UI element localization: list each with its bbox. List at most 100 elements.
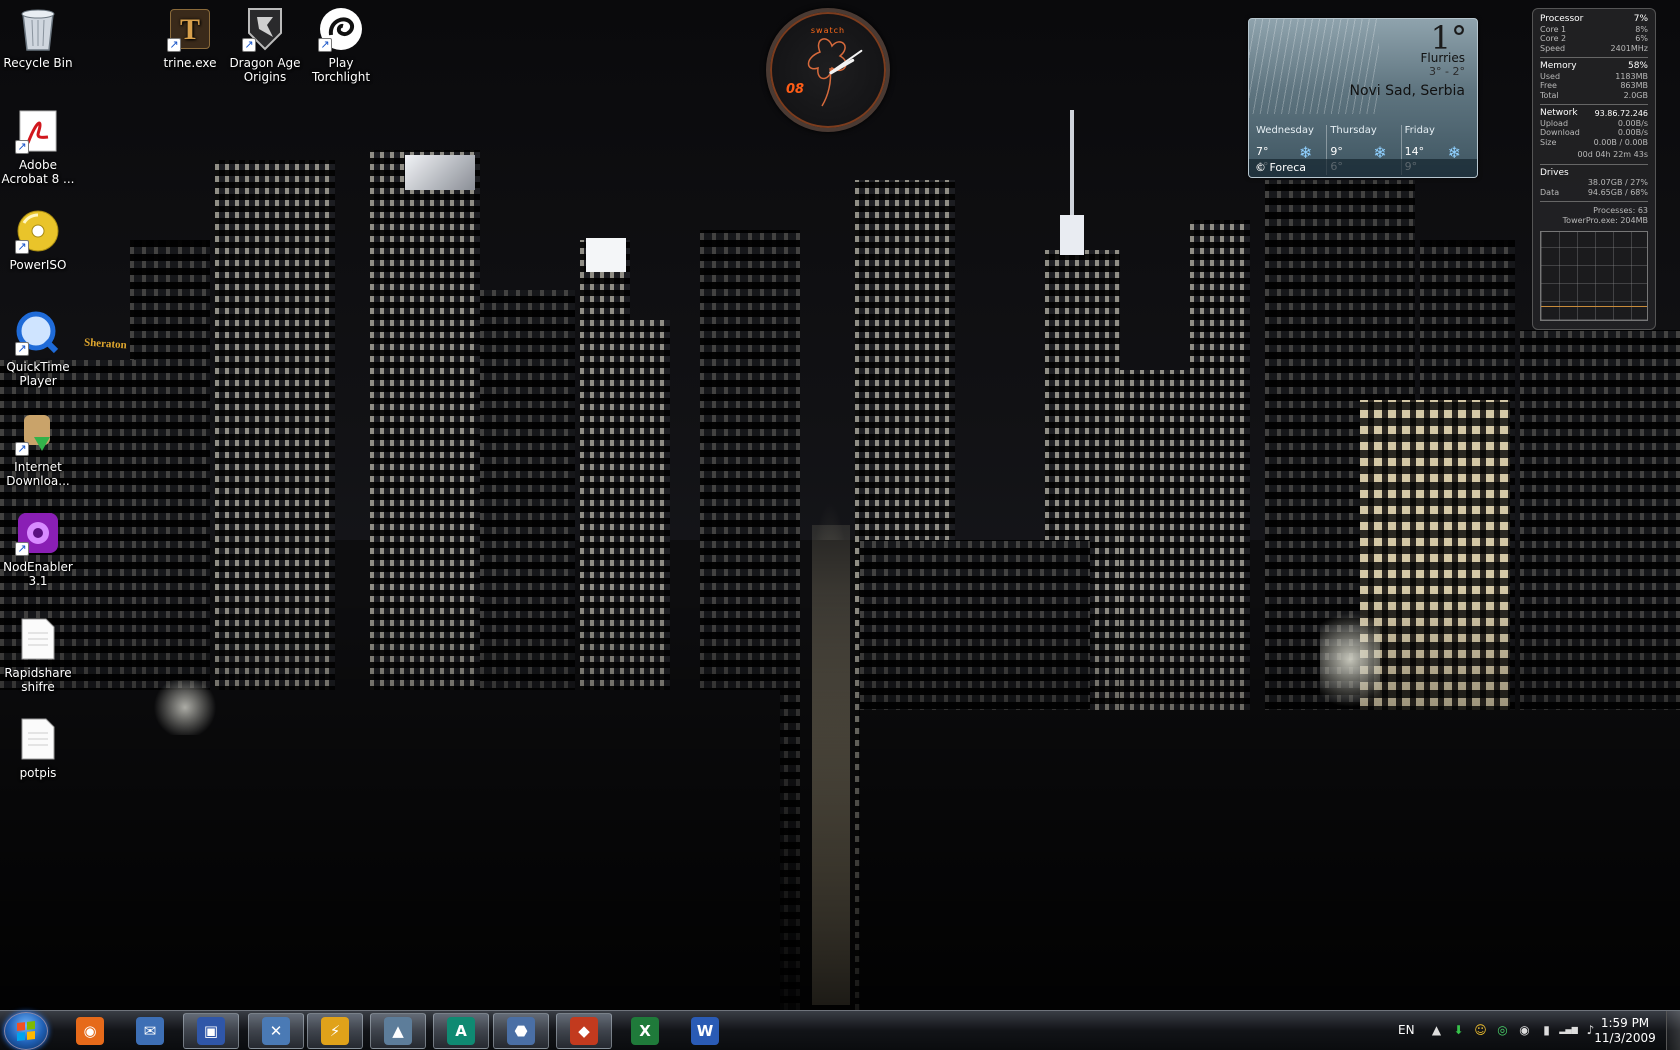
- adobe-acrobat-icon: ↗: [15, 108, 61, 154]
- processor-row: Processor 7%: [1540, 14, 1648, 24]
- taskbar-clock[interactable]: 1:59 PM 11/3/2009: [1590, 1016, 1660, 1046]
- divider: [1540, 201, 1648, 202]
- network-row: Network 93.86.72.246: [1540, 108, 1648, 118]
- messenger-icon[interactable]: ☺: [1472, 1021, 1489, 1038]
- game-icon: ◆: [570, 1017, 598, 1045]
- disk-icon[interactable]: ◉: [1516, 1021, 1533, 1038]
- recycle-bin[interactable]: Recycle Bin: [0, 6, 76, 70]
- firefox-icon: ◉: [76, 1017, 104, 1045]
- weather-gadget[interactable]: 1° Flurries 3° - 2° Novi Sad, Serbia Wed…: [1248, 18, 1478, 178]
- stat-row: Data 94.65GB / 68%: [1540, 187, 1648, 197]
- thunderbird-icon: ✉: [136, 1017, 164, 1045]
- nodenabler-icon: ↗: [15, 510, 61, 556]
- internet-download-manager-shortcut[interactable]: ↗ Internet Downloa...: [0, 410, 76, 488]
- taskbar-button-save-app[interactable]: ▣: [183, 1013, 239, 1049]
- shortcut-arrow-icon: ↗: [15, 240, 29, 254]
- language-indicator[interactable]: EN: [1398, 1023, 1415, 1037]
- uptime: 00d 04h 22m 43s: [1577, 150, 1648, 159]
- trine-shortcut[interactable]: T ↗ trine.exe: [152, 6, 228, 70]
- poweriso-shortcut[interactable]: ↗ PowerISO: [0, 208, 76, 272]
- trine-icon: T ↗: [167, 6, 213, 52]
- clock-gadget[interactable]: swatch 08: [766, 8, 890, 132]
- sheraton-sign: Sheraton: [83, 336, 128, 352]
- internet-download-manager-icon: ↗: [15, 410, 61, 456]
- rain-icon: [1249, 19, 1379, 114]
- download-arrow-icon[interactable]: ⬇: [1450, 1021, 1467, 1038]
- torchlight-shortcut[interactable]: ↗ Play Torchlight: [303, 6, 379, 84]
- taskbar-button-game-app[interactable]: ◆: [556, 1013, 612, 1049]
- process-count: Processes: 63: [1593, 206, 1648, 215]
- rapidshare-shifre-file[interactable]: Rapidshare shifre: [0, 616, 76, 694]
- nodenabler-shortcut[interactable]: ↗ NodEnabler 3.1: [0, 510, 76, 588]
- recycle-bin-icon: [15, 6, 61, 52]
- stat-row: Download 0.00B/s: [1540, 128, 1648, 137]
- explorer-icon: ▲: [384, 1017, 412, 1045]
- taskbar-date: 11/3/2009: [1594, 1031, 1656, 1045]
- divider: [1540, 163, 1648, 165]
- taskbar-button-explorer[interactable]: ▲: [370, 1013, 426, 1049]
- clock-face-flower-icon: [807, 38, 847, 107]
- quicktime-shortcut[interactable]: ↗ QuickTime Player: [0, 310, 76, 388]
- stat-row: Used 1183MB: [1540, 71, 1648, 81]
- dragon-age-icon: ↗: [242, 6, 288, 52]
- stat-row: Speed 2401MHz: [1540, 43, 1648, 53]
- shortcut-arrow-icon: ↗: [318, 38, 332, 52]
- network-signal-icon[interactable]: ▂▄▆: [1559, 1021, 1577, 1038]
- stat-row: 38.07GB / 27%: [1587, 178, 1648, 187]
- text-document-icon: [15, 616, 61, 662]
- torchlight-icon: ↗: [318, 6, 364, 52]
- shortcut-arrow-icon: ↗: [167, 38, 181, 52]
- weather-credit-link[interactable]: © Foreca: [1249, 159, 1477, 177]
- taskbar-button-winamp[interactable]: ⚡: [307, 1013, 363, 1049]
- weather-location: Novi Sad, Serbia: [1349, 83, 1465, 99]
- taskbar-button-network-app[interactable]: ⬣: [493, 1013, 549, 1049]
- taskbar-button-word[interactable]: W: [677, 1013, 733, 1049]
- drives-row: Drives: [1540, 167, 1569, 178]
- dragon-age-origins-shortcut[interactable]: ↗ Dragon Age Origins: [227, 6, 303, 84]
- clock-date: 08: [786, 82, 805, 97]
- temperature-range: 3° - 2°: [1429, 65, 1465, 78]
- weather-condition: Flurries: [1420, 51, 1465, 65]
- top-process: TowerPro.exe: 204MB: [1562, 215, 1648, 225]
- stat-row: Free 863MB: [1540, 81, 1648, 90]
- start-button[interactable]: [4, 1012, 48, 1050]
- sync-icon[interactable]: ◎: [1494, 1021, 1511, 1038]
- adobe-acrobat-shortcut[interactable]: ↗ Adobe Acrobat 8 ...: [0, 108, 76, 186]
- shortcut-arrow-icon: ↗: [15, 342, 29, 356]
- network-icon: ⬣: [507, 1017, 535, 1045]
- taskbar-button-thunderbird[interactable]: ✉: [122, 1013, 178, 1049]
- potpis-file[interactable]: potpis: [0, 716, 76, 780]
- cpu-usage-graph: [1540, 231, 1648, 321]
- taskbar-time: 1:59 PM: [1600, 1016, 1650, 1030]
- autocad-icon: A: [447, 1017, 475, 1045]
- show-hidden-icons-icon[interactable]: ▲: [1428, 1021, 1445, 1038]
- device-icon[interactable]: ▮: [1538, 1021, 1555, 1038]
- xnview-icon: ✕: [262, 1017, 290, 1045]
- stat-row: Core 2 6%: [1540, 34, 1648, 43]
- excel-icon: X: [631, 1017, 659, 1045]
- taskbar: ◉ ✉ ▣ ✕ ⚡ ▲ A ⬣ ◆ X W EN ▲ ⬇ ☺ ◎ ◉ ▮ ▂▄▆ ♪ 1:59 PM 11/3/2…: [0, 1010, 1680, 1050]
- system-tray: ▲ ⬇ ☺ ◎ ◉ ▮ ▂▄▆ ♪: [1428, 1021, 1599, 1038]
- shortcut-arrow-icon: ↗: [15, 542, 29, 556]
- show-desktop-button[interactable]: [1666, 1011, 1680, 1050]
- taskbar-button-xnview[interactable]: ✕: [248, 1013, 304, 1049]
- divider: [1540, 104, 1648, 105]
- stat-row: Upload 0.00B/s: [1540, 118, 1648, 128]
- winamp-icon: ⚡: [321, 1017, 349, 1045]
- taskbar-button-firefox[interactable]: ◉: [62, 1013, 118, 1049]
- floppy-disk-icon: ▣: [197, 1017, 225, 1045]
- memory-row: Memory 58%: [1540, 61, 1648, 71]
- stat-row: Core 1 8%: [1540, 24, 1648, 34]
- stat-row: Total 2.0GB: [1540, 90, 1648, 100]
- shortcut-arrow-icon: ↗: [242, 38, 256, 52]
- shortcut-arrow-icon: ↗: [15, 442, 29, 456]
- word-icon: W: [691, 1017, 719, 1045]
- poweriso-icon: ↗: [15, 208, 61, 254]
- text-document-icon: [15, 716, 61, 762]
- taskbar-button-excel[interactable]: X: [617, 1013, 673, 1049]
- system-monitor-gadget[interactable]: Processor 7% Core 1 8% Core 2 6% Speed 2401…: [1532, 8, 1656, 330]
- divider: [1540, 57, 1648, 58]
- quicktime-icon: ↗: [15, 310, 61, 356]
- windows-logo-icon: [17, 1021, 35, 1041]
- taskbar-button-autocad[interactable]: A: [433, 1013, 489, 1049]
